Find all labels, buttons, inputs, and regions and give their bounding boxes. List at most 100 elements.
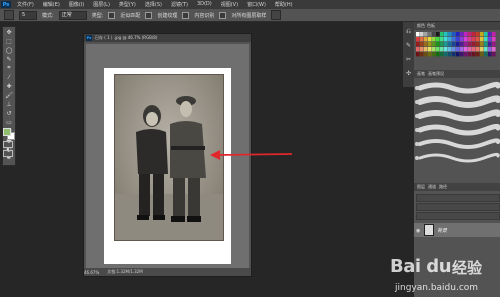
screen-mode-icon[interactable]: [3, 150, 13, 157]
swatch-cell: [432, 52, 436, 57]
menu-item-view[interactable]: 视图(V): [221, 1, 238, 8]
swatch-cell: [464, 42, 468, 47]
properties-panel-icon[interactable]: ✎: [404, 41, 413, 50]
menu-item-edit[interactable]: 编辑(E): [43, 1, 60, 8]
tab-brush[interactable]: 画笔: [417, 71, 425, 77]
swatch-cell: [476, 47, 480, 52]
mode-select[interactable]: 正常: [58, 10, 87, 20]
pressure-size-button[interactable]: [271, 10, 282, 20]
swatch-cell: [416, 37, 420, 42]
swatch-cell: [472, 47, 476, 52]
brush-panel-icon[interactable]: ✂: [404, 55, 413, 64]
swatch-cell: [440, 42, 444, 47]
swatch-cell: [480, 52, 484, 57]
swatch-cell: [476, 52, 480, 57]
blend-mode-row[interactable]: [416, 203, 500, 211]
swatch-cell: [440, 52, 444, 57]
baidu-jingyan-watermark: Bai du 经验 jingyan.baidu.com: [388, 256, 500, 297]
swatch-cell: [432, 32, 436, 37]
swatch-cell: [416, 32, 420, 37]
swatch-cell: [480, 32, 484, 37]
content-aware-label: 内容识别: [194, 12, 215, 19]
eye-icon[interactable]: ◉: [416, 228, 421, 234]
swatch-cell: [432, 47, 436, 52]
swatch-cell: [488, 37, 492, 42]
create-texture-radio[interactable]: [145, 11, 153, 19]
content-aware-radio[interactable]: [182, 11, 190, 19]
swatch-cell: [464, 37, 468, 42]
swatch-cell: [416, 42, 420, 47]
swatch-cell: [448, 37, 452, 42]
swatches-tabs: 颜色 色板: [414, 22, 500, 30]
menu-item-window[interactable]: 窗口(W): [247, 1, 266, 8]
tool-preset-picker[interactable]: [4, 10, 14, 20]
quick-mask-icon[interactable]: [3, 141, 13, 148]
swatch-cell: [444, 52, 448, 57]
swatch-cell: [436, 52, 440, 57]
crop-tool-icon[interactable]: ⌗: [4, 64, 14, 72]
menu-item-layer[interactable]: 图层(L): [93, 1, 110, 8]
document-tab[interactable]: Ps 已存 ( 1 ) .jpg @ 46.7% (RGB/8): [84, 34, 251, 42]
menu-item-file[interactable]: 文件(F): [17, 1, 34, 8]
swatch-cell: [448, 47, 452, 52]
layer-row-background[interactable]: ◉ 背景: [414, 223, 500, 237]
swatch-cell: [420, 52, 424, 57]
create-texture-label: 创建纹理: [157, 12, 178, 19]
swatch-cell: [448, 42, 452, 47]
swatch-cell: [440, 32, 444, 37]
tab-swatches[interactable]: 色板: [427, 23, 435, 29]
tab-brush-presets[interactable]: 画笔预设: [428, 71, 444, 77]
healing-brush-tool-icon[interactable]: ✚: [4, 82, 14, 90]
tab-paths[interactable]: 路径: [439, 184, 447, 190]
swatch-cell: [488, 47, 492, 52]
foreground-color-swatch[interactable]: [3, 128, 11, 136]
swatch-cell: [468, 37, 472, 42]
menu-items: 文件(F) 编辑(E) 图像(I) 图层(L) 类型(Y) 选择(S) 滤镜(T…: [17, 1, 293, 8]
menu-item-filter[interactable]: 滤镜(T): [171, 1, 188, 8]
zoom-level[interactable]: 46.67%: [84, 270, 99, 275]
swatch-cell: [476, 32, 480, 37]
swatch-cell: [424, 42, 428, 47]
sample-all-layers-checkbox[interactable]: [219, 11, 227, 19]
history-brush-tool-icon[interactable]: ↺: [4, 109, 14, 117]
proximity-match-label: 近似匹配: [120, 12, 141, 19]
history-panel-icon[interactable]: ⎌: [404, 27, 413, 36]
swatch-cell: [452, 37, 456, 42]
swatch-cell: [472, 42, 476, 47]
move-tool-icon[interactable]: ✥: [4, 28, 14, 36]
swatch-cell: [436, 42, 440, 47]
brush-stroke-list[interactable]: [414, 78, 500, 178]
brush-tool-icon[interactable]: 🖌: [4, 91, 14, 99]
menu-item-help[interactable]: 帮助(H): [275, 1, 293, 8]
menu-item-image[interactable]: 图像(I): [69, 1, 84, 8]
lasso-tool-icon[interactable]: ◯: [4, 46, 14, 54]
menu-item-select[interactable]: 选择(S): [145, 1, 162, 8]
swatch-cell: [484, 47, 488, 52]
clone-source-panel-icon[interactable]: ✣: [404, 69, 413, 78]
eraser-tool-icon[interactable]: ▭: [4, 118, 14, 126]
panel-icon-strip: ⎌ ✎ ✂ ✣: [403, 22, 414, 87]
tab-color[interactable]: 颜色: [417, 23, 425, 29]
layer-filter-row[interactable]: [416, 194, 500, 202]
proximity-match-radio[interactable]: [108, 11, 116, 19]
marquee-tool-icon[interactable]: ⬚: [4, 37, 14, 45]
swatch-cell: [480, 42, 484, 47]
swatch-cell: [448, 52, 452, 57]
swatch-cell: [424, 52, 428, 57]
brush-size-field[interactable]: 5: [19, 10, 37, 20]
tab-layers[interactable]: 图层: [417, 184, 425, 190]
swatch-cell: [424, 32, 428, 37]
eyedropper-tool-icon[interactable]: ⁄: [4, 73, 14, 81]
lock-fill-row[interactable]: [416, 212, 500, 220]
options-bar: 5 模式: 正常 类型: 近似匹配 创建纹理 内容识别 对所有图层取样: [0, 9, 500, 22]
swatch-grid[interactable]: [416, 32, 498, 68]
tab-channels[interactable]: 通道: [428, 184, 436, 190]
swatch-cell: [428, 47, 432, 52]
swatch-cell: [460, 32, 464, 37]
menu-item-3d[interactable]: 3D(D): [197, 1, 212, 8]
swatch-cell: [452, 42, 456, 47]
menu-item-type[interactable]: 类型(Y): [119, 1, 136, 8]
swatch-cell: [420, 37, 424, 42]
clone-stamp-tool-icon[interactable]: ⊥: [4, 100, 14, 108]
quick-select-tool-icon[interactable]: ✎: [4, 55, 14, 63]
